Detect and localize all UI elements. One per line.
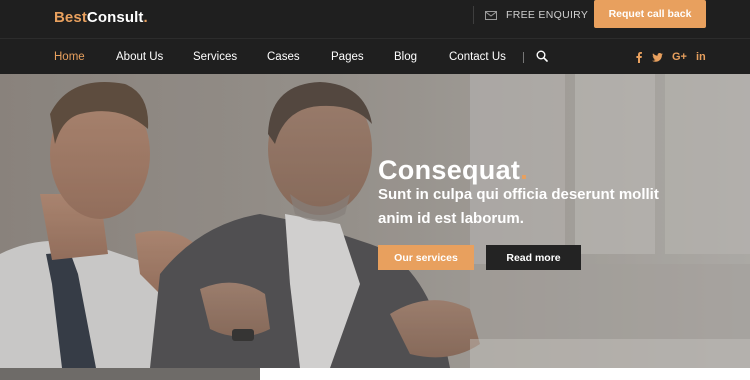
logo-dot: . bbox=[143, 9, 148, 26]
search-icon[interactable] bbox=[536, 50, 548, 62]
topbar-divider bbox=[473, 6, 474, 24]
nav-item-home[interactable]: Home bbox=[54, 50, 85, 64]
read-more-button[interactable]: Read more bbox=[486, 245, 581, 270]
free-enquiry-link[interactable]: FREE ENQUIRY bbox=[485, 7, 588, 23]
envelope-icon bbox=[485, 10, 497, 20]
hero-title-text: Consequat bbox=[378, 155, 521, 185]
request-call-back-button[interactable]: Requet call back bbox=[594, 0, 706, 28]
nav-item-contact-us[interactable]: Contact Us bbox=[449, 50, 506, 64]
hero-title-dot: . bbox=[520, 155, 529, 185]
hero-title: Consequat. bbox=[378, 154, 528, 186]
nav-item-about-us[interactable]: About Us bbox=[116, 50, 163, 64]
logo[interactable]: BestConsult. bbox=[54, 8, 148, 28]
logo-text-consult: Consult bbox=[86, 9, 144, 26]
nav-item-services[interactable]: Services bbox=[193, 50, 237, 64]
facebook-icon[interactable] bbox=[636, 50, 642, 64]
google-plus-icon[interactable]: G+ bbox=[672, 50, 687, 64]
logo-text-best: Best bbox=[54, 9, 87, 26]
top-bar: BestConsult. FREE ENQUIRY Requet call ba… bbox=[0, 0, 750, 38]
nav-item-pages[interactable]: Pages bbox=[331, 50, 364, 64]
our-services-button[interactable]: Our services bbox=[378, 245, 474, 270]
hero-subtitle: Sunt in culpa qui officia deserunt molli… bbox=[378, 183, 718, 231]
hero-subtitle-line-1: Sunt in culpa qui officia deserunt molli… bbox=[378, 186, 659, 203]
nav-item-cases[interactable]: Cases bbox=[267, 50, 300, 64]
main-nav: Home About Us Services Cases Pages Blog … bbox=[0, 39, 750, 74]
linkedin-icon[interactable]: in bbox=[696, 50, 706, 64]
hero-subtitle-line-2: anim id est laborum. bbox=[378, 210, 524, 227]
bottom-strip-right bbox=[260, 368, 750, 380]
twitter-icon[interactable] bbox=[652, 50, 663, 64]
nav-separator bbox=[523, 52, 524, 63]
nav-item-blog[interactable]: Blog bbox=[394, 50, 417, 64]
hero-section: Consequat. Sunt in culpa qui officia des… bbox=[0, 74, 750, 368]
free-enquiry-label: FREE ENQUIRY bbox=[506, 9, 589, 21]
bottom-strip-left bbox=[0, 368, 260, 380]
